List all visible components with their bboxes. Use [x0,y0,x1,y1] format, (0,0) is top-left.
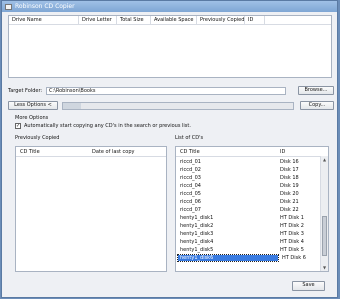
cd-list[interactable]: CD Title ID riccd_01 Disk 16 riccd_02 Disk … [175,146,329,272]
cd-title-cell: riccd_05 [180,191,201,197]
scroll-down-icon[interactable]: ▼ [321,264,328,271]
list-item[interactable]: riccd_07 Disk 22 [176,206,328,214]
app-window: Robinson CD Copier Drive Name Drive Lett… [1,0,338,298]
list-item[interactable]: riccd_05 Disk 20 [176,190,328,198]
col-previously-copied[interactable]: Previously Copied [197,16,245,24]
cd-id-cell: HT Disk 1 [280,215,304,221]
drive-table[interactable]: Drive Name Drive Letter Total Size Avail… [8,15,332,78]
cd-id-cell: HT Disk 3 [280,231,304,237]
cd-title-cell: henty1_disk5 [180,247,214,253]
cd-id-cell: HT Disk 5 [280,247,304,253]
cd-id-cell: Disk 17 [280,167,299,173]
cd-title-cell: henty1_disk1 [180,215,214,221]
list-item[interactable]: henty1_disk6 HT Disk 6 [176,254,328,262]
target-folder-input[interactable]: C:\Robinson\Books [46,86,286,95]
list-item[interactable]: riccd_06 Disk 21 [176,198,328,206]
title-bar[interactable]: Robinson CD Copier [2,1,337,12]
cd-id-cell: Disk 16 [280,159,299,165]
progress-fill [63,102,82,109]
cd-title-cell: henty1_disk2 [180,223,214,229]
cd-id-cell: HT Disk 2 [280,223,304,229]
more-options-label: More Options [15,115,49,121]
cd-id-cell: Disk 18 [280,175,299,181]
cd-title-cell: riccd_06 [180,199,201,205]
cd-title-cell: riccd_01 [180,159,201,165]
auto-copy-checkbox[interactable]: ✓ [15,123,21,129]
cd-title-cell: riccd_04 [180,183,201,189]
options-row: Less Options < Copy... [8,101,334,110]
col-available-space[interactable]: Available Space [151,16,197,24]
cd-id-cell: Disk 19 [280,183,299,189]
list-item[interactable]: henty1_disk2 HT Disk 2 [176,222,328,230]
cd-list-scrollbar[interactable]: ▲ ▼ [320,156,328,271]
cd-id-cell: Disk 22 [280,207,299,213]
list-item[interactable]: riccd_03 Disk 18 [176,174,328,182]
previously-copied-label: Previously Copied [15,135,60,141]
col-cd-title[interactable]: CD Title [16,149,88,155]
cd-list-header: CD Title ID [176,147,328,157]
cd-id-cell: Disk 21 [280,199,299,205]
cd-id-cell: Disk 20 [280,191,299,197]
cd-title-cell: riccd_03 [180,175,201,181]
scroll-up-icon[interactable]: ▲ [321,156,328,163]
less-options-button[interactable]: Less Options < [8,101,58,110]
target-folder-row: Target Folder: C:\Robinson\Books Browse.… [8,86,334,95]
list-item[interactable]: henty1_disk5 HT Disk 5 [176,246,328,254]
col-total-size[interactable]: Total Size [117,16,151,24]
save-button[interactable]: Save [292,281,325,291]
cd-id-cell: HT Disk 6 [282,255,306,261]
copy-button[interactable]: Copy... [300,101,334,110]
copy-progress-bar [62,101,294,110]
previously-copied-list[interactable]: CD Title Date of last copy [15,146,167,272]
cd-id-cell: HT Disk 4 [280,239,304,245]
col-cd-title[interactable]: CD Title [176,149,276,155]
cd-title-cell: henty1_disk6 [177,254,279,262]
list-item[interactable]: riccd_04 Disk 19 [176,182,328,190]
col-date-of-last-copy[interactable]: Date of last copy [88,149,158,155]
window-title: Robinson CD Copier [15,3,75,10]
col-drive-letter[interactable]: Drive Letter [79,16,117,24]
list-item[interactable]: henty1_disk4 HT Disk 4 [176,238,328,246]
col-id[interactable]: ID [276,149,316,155]
list-item[interactable]: riccd_02 Disk 17 [176,166,328,174]
app-icon [5,3,12,10]
cd-title-cell: henty1_disk3 [180,231,214,237]
target-folder-label: Target Folder: [8,87,43,94]
cd-list-rows: riccd_01 Disk 16 riccd_02 Disk 17 riccd_03 Di… [176,157,328,262]
col-id[interactable]: ID [245,16,265,24]
auto-copy-label[interactable]: Automatically start copying any CD's in … [24,123,191,129]
scroll-thumb[interactable] [322,216,327,256]
previously-copied-header: CD Title Date of last copy [16,147,166,157]
list-item[interactable]: henty1_disk3 HT Disk 3 [176,230,328,238]
col-drive-name[interactable]: Drive Name [9,16,79,24]
browse-button[interactable]: Browse... [298,86,334,95]
cd-list-label: List of CD's [175,135,204,141]
list-item[interactable]: henty1_disk1 HT Disk 1 [176,214,328,222]
cd-title-cell: riccd_07 [180,207,201,213]
auto-copy-option[interactable]: ✓ Automatically start copying any CD's i… [15,123,191,129]
drive-table-header: Drive Name Drive Letter Total Size Avail… [9,16,331,25]
list-item[interactable]: riccd_01 Disk 16 [176,158,328,166]
cd-title-cell: riccd_02 [180,167,201,173]
cd-title-cell: henty1_disk4 [180,239,214,245]
